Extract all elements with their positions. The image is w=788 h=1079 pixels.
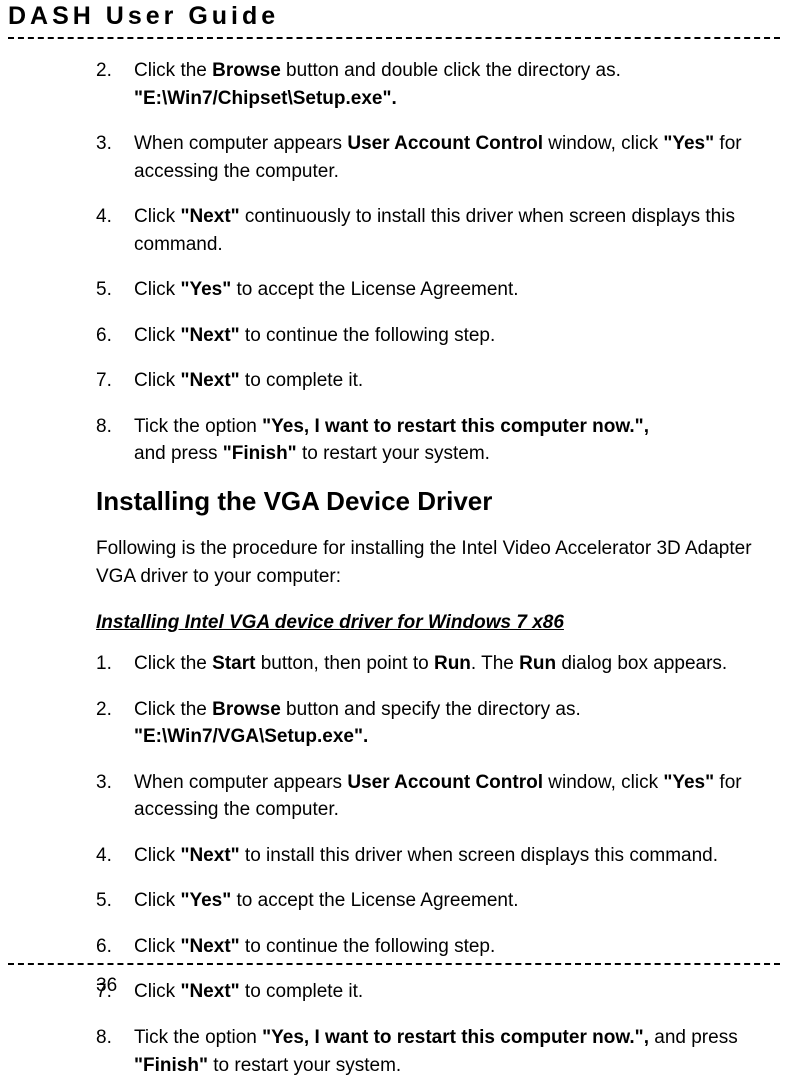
list-item: 3.When computer appears User Account Con…: [96, 769, 772, 824]
list-item: 2.Click the Browse button and double cli…: [96, 57, 772, 112]
header-title: DASH User Guide: [8, 2, 780, 31]
list-number: 8.: [96, 413, 134, 468]
list-number: 2.: [96, 57, 134, 112]
list-body: Tick the option "Yes, I want to restart …: [134, 1024, 772, 1079]
list-number: 4.: [96, 203, 134, 258]
list-number: 4.: [96, 842, 134, 870]
list-body: When computer appears User Account Contr…: [134, 769, 772, 824]
list-body: Click "Next" to install this driver when…: [134, 842, 772, 870]
list-number: 5.: [96, 276, 134, 304]
list-body: When computer appears User Account Contr…: [134, 130, 772, 185]
list-item: 1.Click the Start button, then point to …: [96, 650, 772, 678]
list-number: 5.: [96, 887, 134, 915]
sub-heading: Installing Intel VGA device driver for W…: [96, 612, 772, 634]
list-item: 8.Tick the option "Yes, I want to restar…: [96, 413, 772, 468]
list-body: Tick the option "Yes, I want to restart …: [134, 413, 772, 468]
list-body: Click "Yes" to accept the License Agreem…: [134, 887, 772, 915]
list-body: Click "Next" continuously to install thi…: [134, 203, 772, 258]
list-item: 8.Tick the option "Yes, I want to restar…: [96, 1024, 772, 1079]
list-number: 3.: [96, 769, 134, 824]
list-number: 2.: [96, 696, 134, 751]
list-number: 7.: [96, 367, 134, 395]
list-body: Click "Next" to complete it.: [134, 978, 772, 1006]
list-item: 7.Click "Next" to complete it.: [96, 978, 772, 1006]
intro-text: Following is the procedure for installin…: [96, 535, 772, 590]
list-item: 7.Click "Next" to complete it.: [96, 367, 772, 395]
list-number: 6.: [96, 933, 134, 961]
list-body: Click the Start button, then point to Ru…: [134, 650, 772, 678]
list-item: 4.Click "Next" continuously to install t…: [96, 203, 772, 258]
list-item: 6.Click "Next" to continue the following…: [96, 322, 772, 350]
list-body: Click the Browse button and double click…: [134, 57, 772, 112]
list-body: Click "Next" to continue the following s…: [134, 322, 772, 350]
list-body: Click "Next" to continue the following s…: [134, 933, 772, 961]
page-number: 36: [96, 975, 117, 997]
section-heading: Installing the VGA Device Driver: [96, 486, 772, 517]
list-item: 2.Click the Browse button and specify th…: [96, 696, 772, 751]
list-item: 5.Click "Yes" to accept the License Agre…: [96, 887, 772, 915]
list-number: 1.: [96, 650, 134, 678]
list-body: Click the Browse button and specify the …: [134, 696, 772, 751]
list-item: 6.Click "Next" to continue the following…: [96, 933, 772, 961]
steps-list-2: 1.Click the Start button, then point to …: [96, 650, 772, 1079]
list-item: 3.When computer appears User Account Con…: [96, 130, 772, 185]
list-number: 3.: [96, 130, 134, 185]
list-number: 6.: [96, 322, 134, 350]
footer-divider: [8, 963, 780, 965]
list-item: 5.Click "Yes" to accept the License Agre…: [96, 276, 772, 304]
steps-list-1: 2.Click the Browse button and double cli…: [96, 57, 772, 468]
list-body: Click "Yes" to accept the License Agreem…: [134, 276, 772, 304]
content-area: 2.Click the Browse button and double cli…: [0, 39, 788, 1079]
list-item: 4.Click "Next" to install this driver wh…: [96, 842, 772, 870]
list-number: 8.: [96, 1024, 134, 1079]
list-body: Click "Next" to complete it.: [134, 367, 772, 395]
